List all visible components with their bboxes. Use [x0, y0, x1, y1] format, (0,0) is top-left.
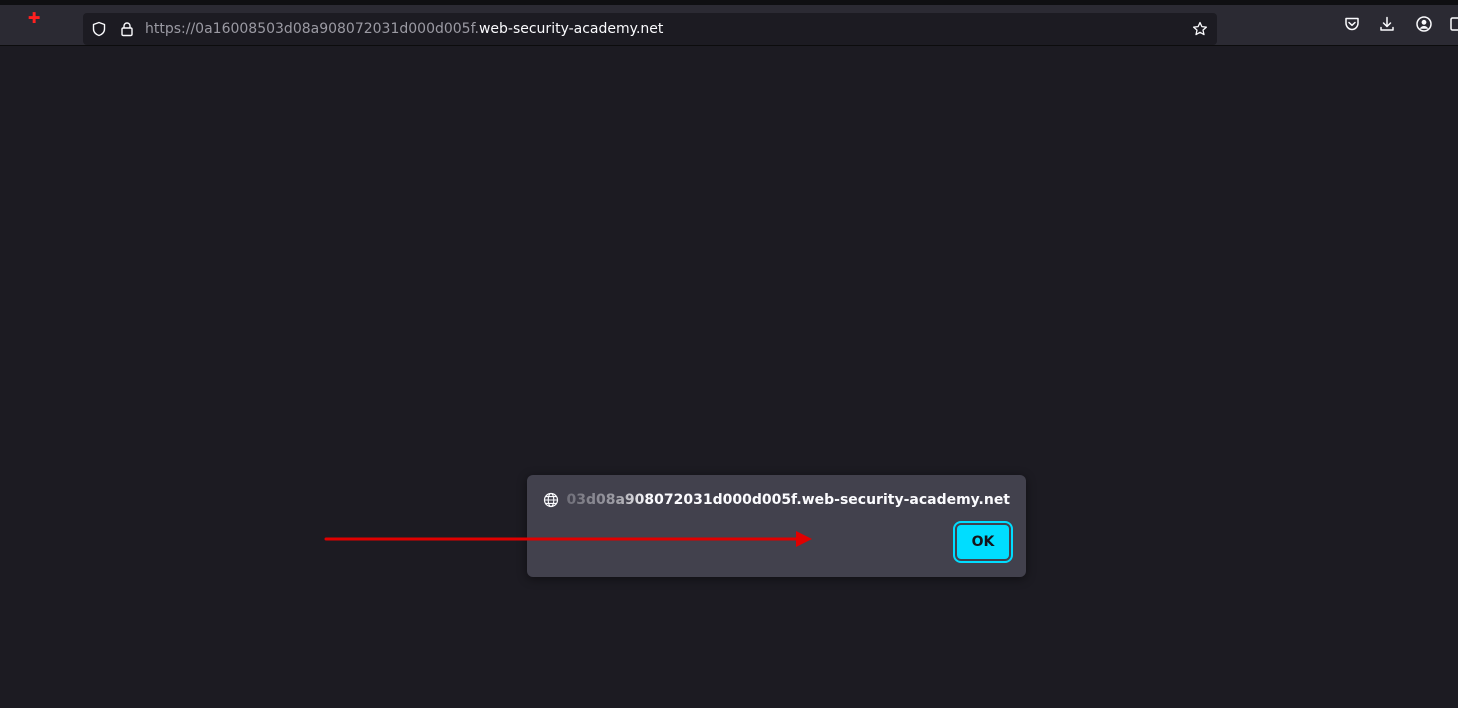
pocket-icon[interactable]	[1343, 15, 1361, 33]
download-icon[interactable]	[1378, 15, 1396, 33]
shield-icon[interactable]	[91, 21, 107, 37]
alert-dialog: 0a16008503d08a908072031d000d005f.web-sec…	[527, 475, 1026, 577]
red-arrow-annotation	[324, 531, 812, 547]
extensions-icon[interactable]	[1450, 15, 1458, 33]
lock-icon[interactable]	[119, 21, 135, 37]
url-host: web-security-academy.net	[478, 21, 664, 37]
page-content	[0, 46, 1458, 708]
globe-icon	[543, 492, 559, 508]
ok-button[interactable]: OK	[953, 521, 1013, 563]
url-text[interactable]: https://0a16008503d08a908072031d000d005f…	[145, 13, 663, 45]
dialog-origin-label: 0a16008503d08a908072031d000d005f.web-sec…	[567, 492, 1010, 508]
account-icon[interactable]	[1415, 15, 1433, 33]
star-icon[interactable]	[1192, 21, 1208, 37]
url-bar[interactable]: https://0a16008503d08a908072031d000d005f…	[83, 13, 1217, 45]
browser-toolbar: ✚ https://0a16008503d08a908072031d000d00…	[0, 5, 1458, 46]
red-cross-icon: ✚	[27, 9, 41, 27]
dialog-origin-text: 0a16008503d08a908072031d000d005f.web-sec…	[567, 489, 1010, 511]
url-prefix: https://0a16008503d08a908072031d000d005f…	[145, 21, 479, 37]
